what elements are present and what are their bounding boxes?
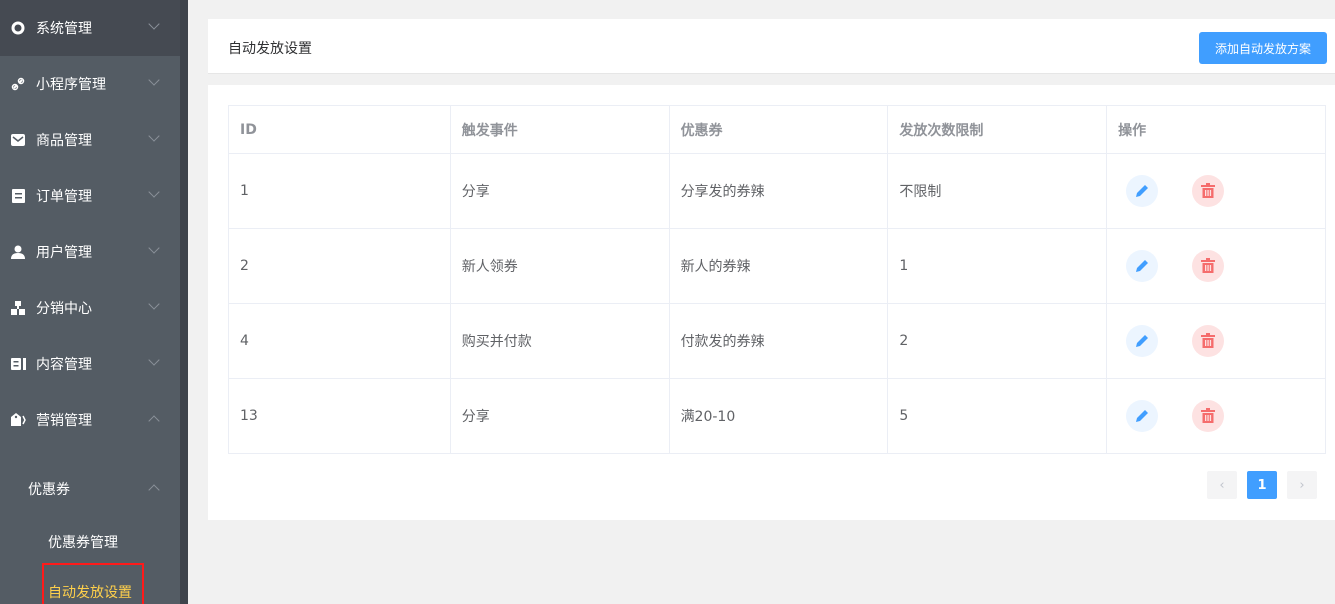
sidebar-divider xyxy=(180,0,188,604)
sidebar-item-label: 订单管理 xyxy=(36,189,92,205)
actions-cell xyxy=(1106,303,1326,379)
submenu-coupon[interactable]: 优惠券 xyxy=(28,479,70,499)
column-header: ID xyxy=(228,105,451,154)
delete-button[interactable] xyxy=(1192,175,1225,207)
table-cell: 1 xyxy=(887,228,1108,304)
delete-button[interactable] xyxy=(1192,325,1225,357)
mail-icon xyxy=(10,132,26,148)
pencil-icon xyxy=(1134,333,1150,349)
table-cell: 2 xyxy=(228,228,451,304)
user-icon xyxy=(10,244,26,260)
table-row: 13 分享 满20-10 5 xyxy=(228,378,1326,454)
actions-cell xyxy=(1106,228,1326,304)
table-cell: 购买并付款 xyxy=(449,303,670,379)
pencil-icon xyxy=(1134,183,1150,199)
trash-icon xyxy=(1201,408,1216,424)
sidebar-item-4[interactable]: 用户管理 xyxy=(0,224,180,280)
delete-button[interactable] xyxy=(1192,400,1225,432)
content-icon xyxy=(10,356,26,372)
table-row: 4 购买并付款 付款发的券辣 2 xyxy=(228,303,1326,379)
sidebar-item-label: 小程序管理 xyxy=(36,77,106,93)
chevron-down-icon xyxy=(148,74,160,86)
next-page-button[interactable]: › xyxy=(1287,471,1317,499)
chevron-down-icon xyxy=(148,130,160,142)
column-header: 操作 xyxy=(1106,105,1326,154)
table-row: 1 分享 分享发的券辣 不限制 xyxy=(228,153,1326,229)
table-cell: 付款发的券辣 xyxy=(668,303,889,379)
sidebar-item-label: 营销管理 xyxy=(36,413,92,429)
sidebar-item-7[interactable]: 营销管理 xyxy=(0,392,180,448)
page-header: 自动发放设置 添加自动发放方案 xyxy=(208,19,1335,74)
chevron-up-icon xyxy=(148,415,160,427)
sidebar-item-5[interactable]: 分销中心 xyxy=(0,280,180,336)
page-title: 自动发放设置 xyxy=(228,41,312,57)
table-cell: 新人的券辣 xyxy=(668,228,889,304)
table-row: 2 新人领券 新人的券辣 1 xyxy=(228,228,1326,304)
table-cell: 新人领券 xyxy=(449,228,670,304)
edit-button[interactable] xyxy=(1126,175,1159,207)
table-cell: 5 xyxy=(887,378,1108,454)
auto-issue-table: ID 触发事件 优惠券 发放次数限制 操作 1 分享 分享发的券辣 不限制 2 新人领券 新人的券辣… xyxy=(228,105,1326,454)
table-cell: 分享发的券辣 xyxy=(668,153,889,229)
chevron-down-icon xyxy=(148,186,160,198)
pencil-icon xyxy=(1134,408,1150,424)
actions-cell xyxy=(1106,153,1326,229)
sidebar-item-label: 分销中心 xyxy=(36,301,92,317)
table-cell: 4 xyxy=(228,303,451,379)
sidebar-item-3[interactable]: 订单管理 xyxy=(0,168,180,224)
table-cell: 满20-10 xyxy=(668,378,889,454)
org-chart-icon xyxy=(10,300,26,316)
sidebar-item-6[interactable]: 内容管理 xyxy=(0,336,180,392)
trash-icon xyxy=(1201,258,1216,274)
add-auto-issue-button[interactable]: 添加自动发放方案 xyxy=(1199,32,1327,64)
trash-icon xyxy=(1201,183,1216,199)
submenu-label: 优惠券 xyxy=(28,482,70,498)
page-1-button[interactable]: 1 xyxy=(1247,471,1277,499)
chevron-down-icon xyxy=(148,354,160,366)
table-card: ID 触发事件 优惠券 发放次数限制 操作 1 分享 分享发的券辣 不限制 2 新人领券 新人的券辣… xyxy=(208,85,1335,520)
chevron-down-icon xyxy=(148,298,160,310)
pencil-icon xyxy=(1134,258,1150,274)
table-cell: 2 xyxy=(887,303,1108,379)
sidebar-item-2[interactable]: 商品管理 xyxy=(0,112,180,168)
clipboard-icon xyxy=(10,188,26,204)
column-header: 发放次数限制 xyxy=(887,105,1108,154)
gear-icon xyxy=(10,20,26,36)
sidebar-item-0[interactable]: 系统管理 xyxy=(0,0,180,56)
sidebar-item-label: 内容管理 xyxy=(36,357,92,373)
edit-button[interactable] xyxy=(1126,325,1159,357)
sidebar: 系统管理小程序管理商品管理订单管理用户管理分销中心内容管理营销管理 优惠券 优惠… xyxy=(0,0,180,604)
table-cell: 分享 xyxy=(449,153,670,229)
prev-page-button[interactable]: ‹ xyxy=(1207,471,1237,499)
menu-auto-issue-settings[interactable]: 自动发放设置 xyxy=(48,582,132,602)
delete-button[interactable] xyxy=(1192,250,1225,282)
chevron-up-icon xyxy=(148,484,160,496)
menu-coupon-management[interactable]: 优惠券管理 xyxy=(48,532,118,552)
tag-icon xyxy=(10,412,26,428)
table-cell: 13 xyxy=(228,378,451,454)
table-cell: 不限制 xyxy=(887,153,1108,229)
sidebar-item-1[interactable]: 小程序管理 xyxy=(0,56,180,112)
sidebar-item-label: 系统管理 xyxy=(36,21,92,37)
sidebar-item-label: 商品管理 xyxy=(36,133,92,149)
chevron-down-icon xyxy=(148,18,160,30)
edit-button[interactable] xyxy=(1126,400,1159,432)
table-cell: 1 xyxy=(228,153,451,229)
actions-cell xyxy=(1106,378,1326,454)
column-header: 优惠券 xyxy=(668,105,889,154)
trash-icon xyxy=(1201,333,1216,349)
table-cell: 分享 xyxy=(449,378,670,454)
column-header: 触发事件 xyxy=(449,105,670,154)
link-icon xyxy=(10,76,26,92)
chevron-down-icon xyxy=(148,242,160,254)
edit-button[interactable] xyxy=(1126,250,1159,282)
sidebar-item-label: 用户管理 xyxy=(36,245,92,261)
